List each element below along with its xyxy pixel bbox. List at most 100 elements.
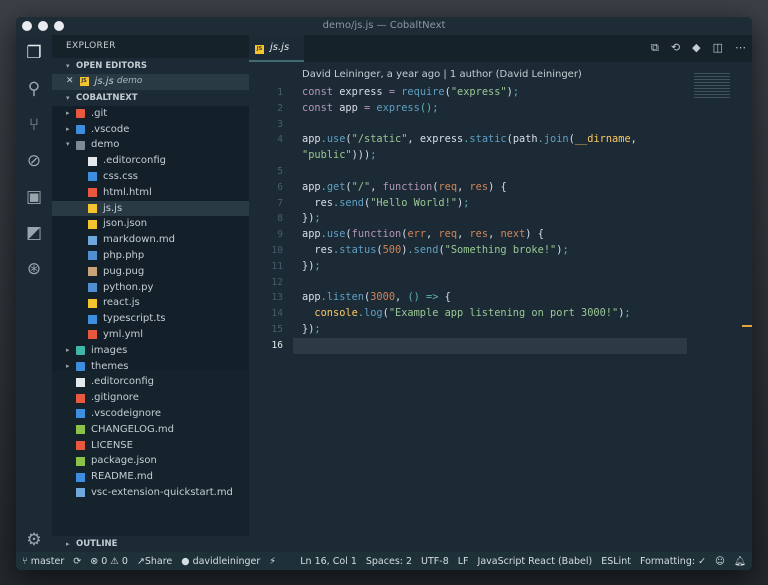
tree-item[interactable]: .editorconfig	[52, 374, 249, 390]
tree-item[interactable]: package.json	[52, 453, 249, 469]
cursor-position[interactable]: Ln 16, Col 1	[300, 556, 357, 567]
code-line[interactable]: 16	[249, 337, 687, 354]
line-text: });	[293, 259, 321, 275]
open-changes-icon[interactable]: ⧉	[651, 41, 659, 55]
tree-item[interactable]: LICENSE	[52, 438, 249, 454]
open-editors-section[interactable]: ▾ OPEN EDITORS	[52, 58, 249, 74]
code-token: })	[302, 322, 315, 335]
code-line[interactable]: 5	[249, 164, 687, 180]
tree-item[interactable]: vsc-extension-quickstart.md	[52, 485, 249, 501]
close-icon[interactable]: ✕	[66, 74, 74, 90]
git-graph-icon[interactable]: ⊛	[24, 259, 44, 279]
tree-item[interactable]: ▸ images	[52, 343, 249, 359]
tree-item[interactable]: .gitignore	[52, 390, 249, 406]
tree-item-label: .gitignore	[91, 392, 139, 404]
share-item[interactable]: ↗Share	[137, 556, 172, 567]
code-line[interactable]: 7 res.send("Hello World!");	[249, 196, 687, 212]
sync-icon[interactable]: ⟳	[73, 556, 81, 567]
tree-item[interactable]: markdown.md	[52, 232, 249, 248]
tree-item[interactable]: ▸ themes	[52, 359, 249, 375]
tree-item[interactable]: ▸ .vscode	[52, 122, 249, 138]
code-line[interactable]: 14 console.log("Example app listening on…	[249, 306, 687, 322]
tree-item[interactable]: .editorconfig	[52, 153, 249, 169]
git-icon[interactable]: ◆	[692, 41, 700, 55]
tree-item[interactable]: typescript.ts	[52, 311, 249, 327]
tree-item[interactable]: .vscodeignore	[52, 406, 249, 422]
tree-item[interactable]: ▸ .git	[52, 106, 249, 122]
tree-item-label: README.md	[91, 471, 154, 483]
code-line[interactable]: 8});	[249, 211, 687, 227]
encoding[interactable]: UTF-8	[421, 556, 449, 567]
more-actions-icon[interactable]: ⋯	[735, 41, 746, 55]
tree-item[interactable]: ▾ demo	[52, 137, 249, 153]
tree-item[interactable]: README.md	[52, 469, 249, 485]
split-editor-icon[interactable]: ◫	[713, 41, 723, 55]
license-icon	[76, 440, 85, 450]
tree-item[interactable]: pug.pug	[52, 264, 249, 280]
code-line[interactable]: 1 const express = require("express");	[249, 85, 687, 101]
code-line[interactable]: 3	[249, 117, 687, 133]
open-editor-item[interactable]: ✕ JS js.js demo	[52, 74, 249, 90]
code-line[interactable]: 2 const app = express();	[249, 101, 687, 117]
eslint-status[interactable]: ESLint	[601, 556, 631, 567]
code-line[interactable]: "public")));	[249, 148, 687, 164]
chevron-icon: ▸	[66, 108, 70, 117]
tree-item-label: .vscodeignore	[91, 407, 162, 419]
code-line[interactable]: 4 app.use("/static", express.static(path.…	[249, 132, 687, 148]
problems-item[interactable]: ⊗ 0 ⚠ 0	[90, 556, 128, 567]
code-token: 3000	[370, 291, 396, 304]
search-icon[interactable]: ⚲	[24, 79, 44, 99]
tree-item[interactable]: php.php	[52, 248, 249, 264]
git-history-icon[interactable]: ⟲	[671, 41, 680, 55]
js-icon	[88, 203, 97, 213]
code-line[interactable]: 9 app.use(function(err, req, res, next) {	[249, 227, 687, 243]
language-mode[interactable]: JavaScript React (Babel)	[478, 556, 593, 567]
code-line[interactable]: 15});	[249, 322, 687, 338]
tree-item[interactable]: json.json	[52, 216, 249, 232]
tree-item[interactable]: css.css	[52, 169, 249, 185]
line-text: app.get("/", function(req, res) {	[293, 180, 507, 196]
tree-item[interactable]: html.html	[52, 185, 249, 201]
code-token: ;	[314, 212, 321, 225]
git-blame-annotation[interactable]: David Leininger, a year ago | 1 author (…	[302, 69, 582, 80]
tree-item[interactable]: js.js	[52, 200, 249, 217]
minimap[interactable]	[694, 73, 730, 99]
chevron-icon: ▸	[66, 124, 70, 133]
lightning-icon[interactable]: ⚡	[269, 556, 276, 567]
explorer-icon[interactable]: ❐	[24, 43, 44, 63]
line-ending[interactable]: LF	[458, 556, 469, 567]
settings-gear-icon[interactable]: ⚙	[24, 530, 44, 550]
code-line[interactable]: 10 res.status(500).send("Something broke…	[249, 243, 687, 259]
extensions-icon[interactable]: ▣	[24, 187, 44, 207]
remote-explorer-icon[interactable]: ◩	[24, 223, 44, 243]
debug-icon[interactable]: ⊘	[24, 151, 44, 171]
indentation[interactable]: Spaces: 2	[366, 556, 412, 567]
minimize-window-button[interactable]	[38, 21, 48, 31]
tree-item[interactable]: CHANGELOG.md	[52, 422, 249, 438]
open-editors-label: OPEN EDITORS	[76, 61, 148, 71]
tree-item[interactable]: yml.yml	[52, 327, 249, 343]
close-window-button[interactable]	[22, 21, 32, 31]
formatting-status[interactable]: Formatting: ✓	[640, 556, 706, 567]
maximize-window-button[interactable]	[54, 21, 64, 31]
tree-item[interactable]: react.js	[52, 295, 249, 311]
notifications-bell-icon[interactable]: 🔔︎	[734, 556, 746, 567]
code-token: })	[302, 212, 315, 225]
line-number	[249, 148, 293, 164]
tree-item[interactable]: python.py	[52, 280, 249, 296]
outline-section[interactable]: ▸ OUTLINE	[52, 536, 249, 552]
code-line[interactable]: 13 app.listen(3000, () => {	[249, 290, 687, 306]
line-number: 5	[277, 165, 283, 177]
tab-js-js[interactable]: JS js.js	[249, 35, 304, 62]
code-line[interactable]: 12	[249, 275, 687, 291]
code-token: log	[364, 307, 383, 320]
code-line[interactable]: 11});	[249, 259, 687, 275]
code-editor[interactable]: 1 const express = require("express"); 2 con…	[249, 85, 687, 354]
project-section[interactable]: ▾ COBALTNEXT	[52, 89, 249, 106]
source-control-icon[interactable]: ⑂	[24, 115, 44, 135]
feedback-smiley-icon[interactable]: ☺	[715, 556, 725, 567]
branch-item[interactable]: ⑂ master	[22, 556, 64, 567]
github-user-item[interactable]: ● davidleininger	[181, 556, 260, 567]
code-token: ;	[463, 196, 470, 209]
code-line[interactable]: 6 app.get("/", function(req, res) {	[249, 180, 687, 196]
